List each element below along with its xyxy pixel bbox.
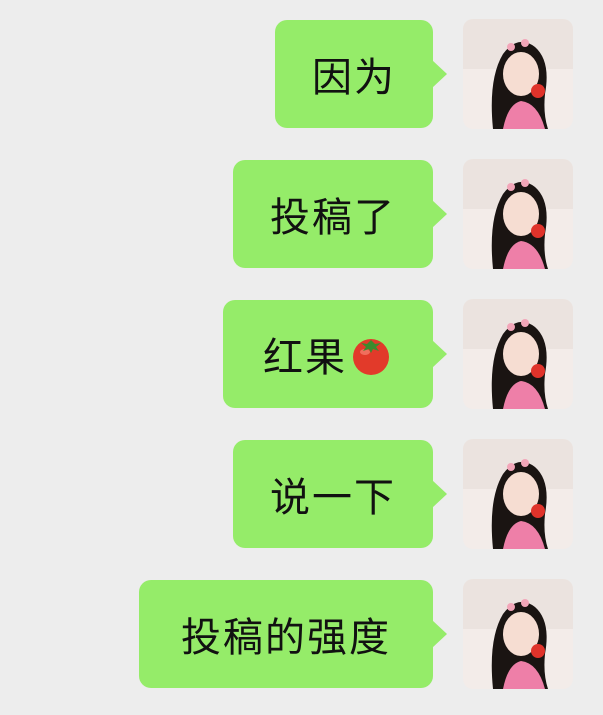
- tomato-icon: [353, 339, 389, 375]
- message-text: 红果: [263, 325, 393, 383]
- avatar-image: [463, 299, 573, 409]
- avatar-image: [463, 579, 573, 689]
- message-text: 投稿了: [270, 195, 396, 241]
- message-row: 投稿了: [233, 159, 573, 269]
- message-text-content: 红果: [263, 335, 347, 381]
- avatar-image: [463, 19, 573, 129]
- message-text: 投稿的强度: [181, 615, 391, 661]
- message-text: 说一下: [270, 475, 396, 521]
- message-row: 投稿的强度: [139, 579, 573, 689]
- message-row: 红果: [223, 299, 573, 409]
- avatar[interactable]: [463, 299, 573, 409]
- avatar-image: [463, 159, 573, 269]
- avatar[interactable]: [463, 579, 573, 689]
- avatar[interactable]: [463, 19, 573, 129]
- message-bubble[interactable]: 投稿的强度: [139, 580, 447, 688]
- avatar[interactable]: [463, 159, 573, 269]
- message-row: 因为: [275, 19, 573, 129]
- message-text: 因为: [312, 55, 396, 101]
- message-row: 说一下: [233, 439, 573, 549]
- message-bubble[interactable]: 投稿了: [233, 160, 447, 268]
- message-bubble[interactable]: 因为: [275, 20, 447, 128]
- message-bubble[interactable]: 说一下: [233, 440, 447, 548]
- message-bubble[interactable]: 红果: [223, 300, 447, 408]
- avatar[interactable]: [463, 439, 573, 549]
- chat-message-list: 因为 投稿了 红果 说一下 投稿的强度: [0, 0, 603, 715]
- avatar-image: [463, 439, 573, 549]
